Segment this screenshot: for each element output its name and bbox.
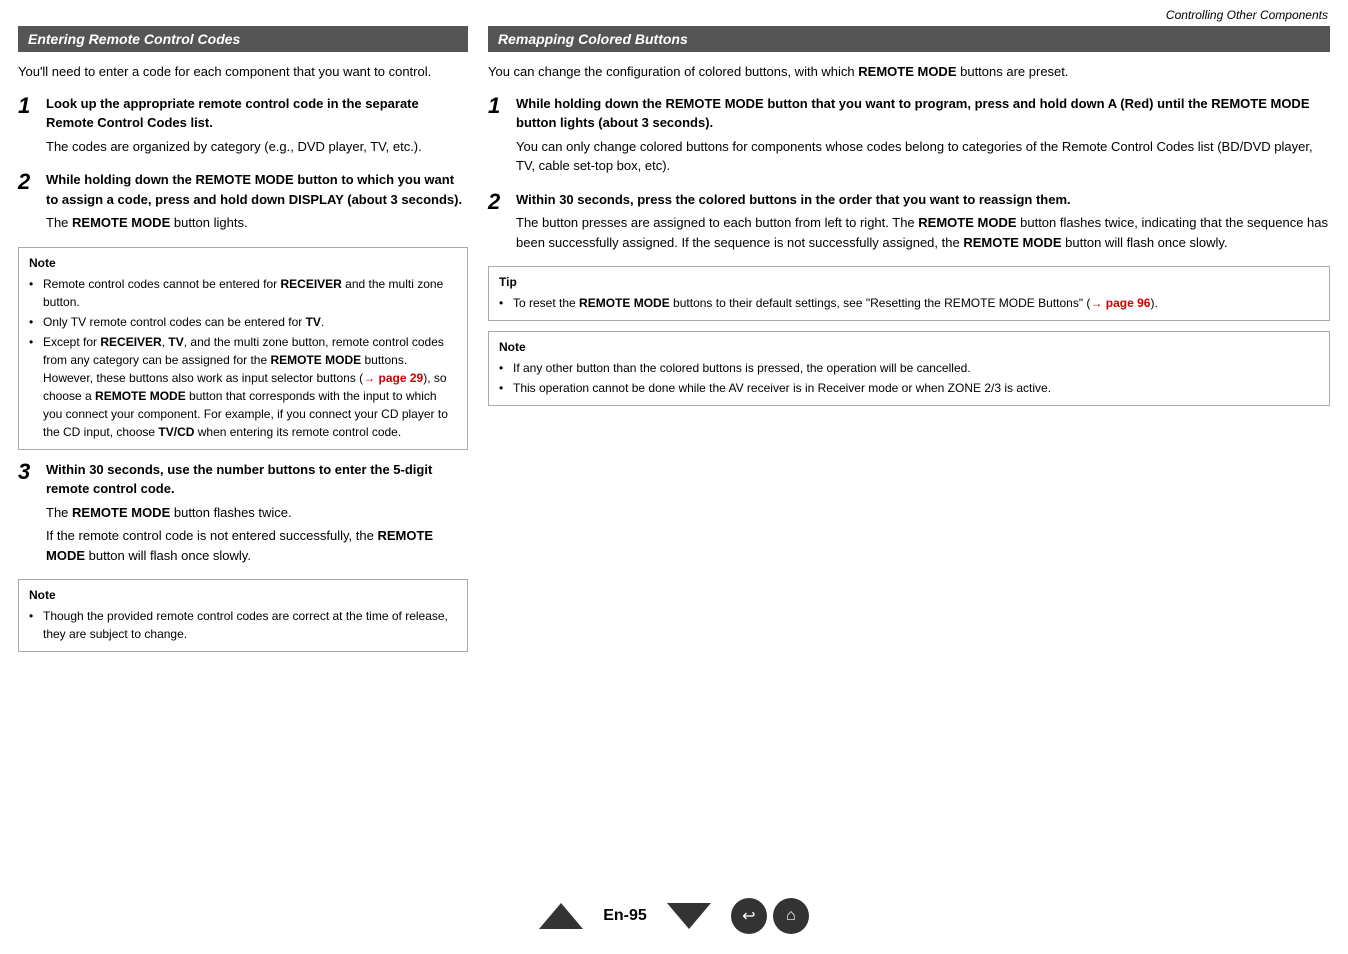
right-step-1-title: While holding down the REMOTE MODE butto… — [516, 94, 1330, 133]
right-note-item-2: • This operation cannot be done while th… — [499, 379, 1319, 397]
footer-back-icon[interactable]: ↩ — [731, 898, 767, 934]
left-note-steps-label: Note — [29, 254, 457, 272]
left-note-footer: Note • Though the provided remote contro… — [18, 579, 468, 652]
left-note-item-3: • Except for RECEIVER, TV, and the multi… — [29, 333, 457, 441]
left-note-item-1: • Remote control codes cannot be entered… — [29, 275, 457, 311]
right-tip-label: Tip — [499, 273, 1319, 291]
footer-next-arrow[interactable] — [667, 903, 711, 929]
left-step-1-title: Look up the appropriate remote control c… — [46, 94, 468, 133]
footer-nav[interactable]: En-95 — [539, 903, 711, 929]
main-content: Entering Remote Control Codes You'll nee… — [0, 26, 1348, 672]
left-note-item-2: • Only TV remote control codes can be en… — [29, 313, 457, 331]
left-step-3-content: Within 30 seconds, use the number button… — [46, 460, 468, 566]
right-section-intro: You can change the configuration of colo… — [488, 62, 1330, 82]
left-section-header: Entering Remote Control Codes — [18, 26, 468, 52]
right-tip-box: Tip • To reset the REMOTE MODE buttons t… — [488, 266, 1330, 321]
left-step-1: 1 Look up the appropriate remote control… — [18, 94, 468, 157]
left-step-3-body2: If the remote control code is not entere… — [46, 526, 468, 565]
header-title: Controlling Other Components — [1166, 8, 1328, 22]
right-step-1: 1 While holding down the REMOTE MODE but… — [488, 94, 1330, 176]
footer-home-icon[interactable]: ⌂ — [773, 898, 809, 934]
left-step-3-title: Within 30 seconds, use the number button… — [46, 460, 468, 499]
left-step-3-body1: The REMOTE MODE button flashes twice. — [46, 503, 468, 523]
left-step-2-number: 2 — [18, 170, 40, 233]
left-note-footer-item-1: • Though the provided remote control cod… — [29, 607, 457, 643]
page-footer: En-95 ↩ ⌂ — [0, 898, 1348, 934]
left-step-1-number: 1 — [18, 94, 40, 157]
right-step-1-number: 1 — [488, 94, 510, 176]
footer-page-number: En-95 — [603, 907, 647, 925]
page-header: Controlling Other Components — [0, 0, 1348, 26]
right-step-2: 2 Within 30 seconds, press the colored b… — [488, 190, 1330, 253]
left-section-intro: You'll need to enter a code for each com… — [18, 62, 468, 82]
left-step-3-number: 3 — [18, 460, 40, 566]
right-note-label: Note — [499, 338, 1319, 356]
left-step-2-content: While holding down the REMOTE MODE butto… — [46, 170, 468, 233]
right-column: Remapping Colored Buttons You can change… — [488, 26, 1330, 662]
right-step-2-title: Within 30 seconds, press the colored but… — [516, 190, 1330, 210]
right-step-2-body: The button presses are assigned to each … — [516, 213, 1330, 252]
right-step-2-number: 2 — [488, 190, 510, 253]
right-step-2-content: Within 30 seconds, press the colored but… — [516, 190, 1330, 253]
left-step-1-body: The codes are organized by category (e.g… — [46, 137, 468, 157]
right-note-box: Note • If any other button than the colo… — [488, 331, 1330, 406]
right-tip-item-1: • To reset the REMOTE MODE buttons to th… — [499, 294, 1319, 312]
left-step-3: 3 Within 30 seconds, use the number butt… — [18, 460, 468, 566]
left-note-steps: Note • Remote control codes cannot be en… — [18, 247, 468, 450]
left-step-2: 2 While holding down the REMOTE MODE but… — [18, 170, 468, 233]
left-note-footer-label: Note — [29, 586, 457, 604]
right-section-header: Remapping Colored Buttons — [488, 26, 1330, 52]
left-step-2-body: The REMOTE MODE button lights. — [46, 213, 468, 233]
right-step-1-body: You can only change colored buttons for … — [516, 137, 1330, 176]
right-step-1-content: While holding down the REMOTE MODE butto… — [516, 94, 1330, 176]
right-note-item-1: • If any other button than the colored b… — [499, 359, 1319, 377]
left-step-2-title: While holding down the REMOTE MODE butto… — [46, 170, 468, 209]
left-step-1-content: Look up the appropriate remote control c… — [46, 94, 468, 157]
footer-icons: ↩ ⌂ — [731, 898, 809, 934]
left-column: Entering Remote Control Codes You'll nee… — [18, 26, 468, 662]
footer-prev-arrow[interactable] — [539, 903, 583, 929]
